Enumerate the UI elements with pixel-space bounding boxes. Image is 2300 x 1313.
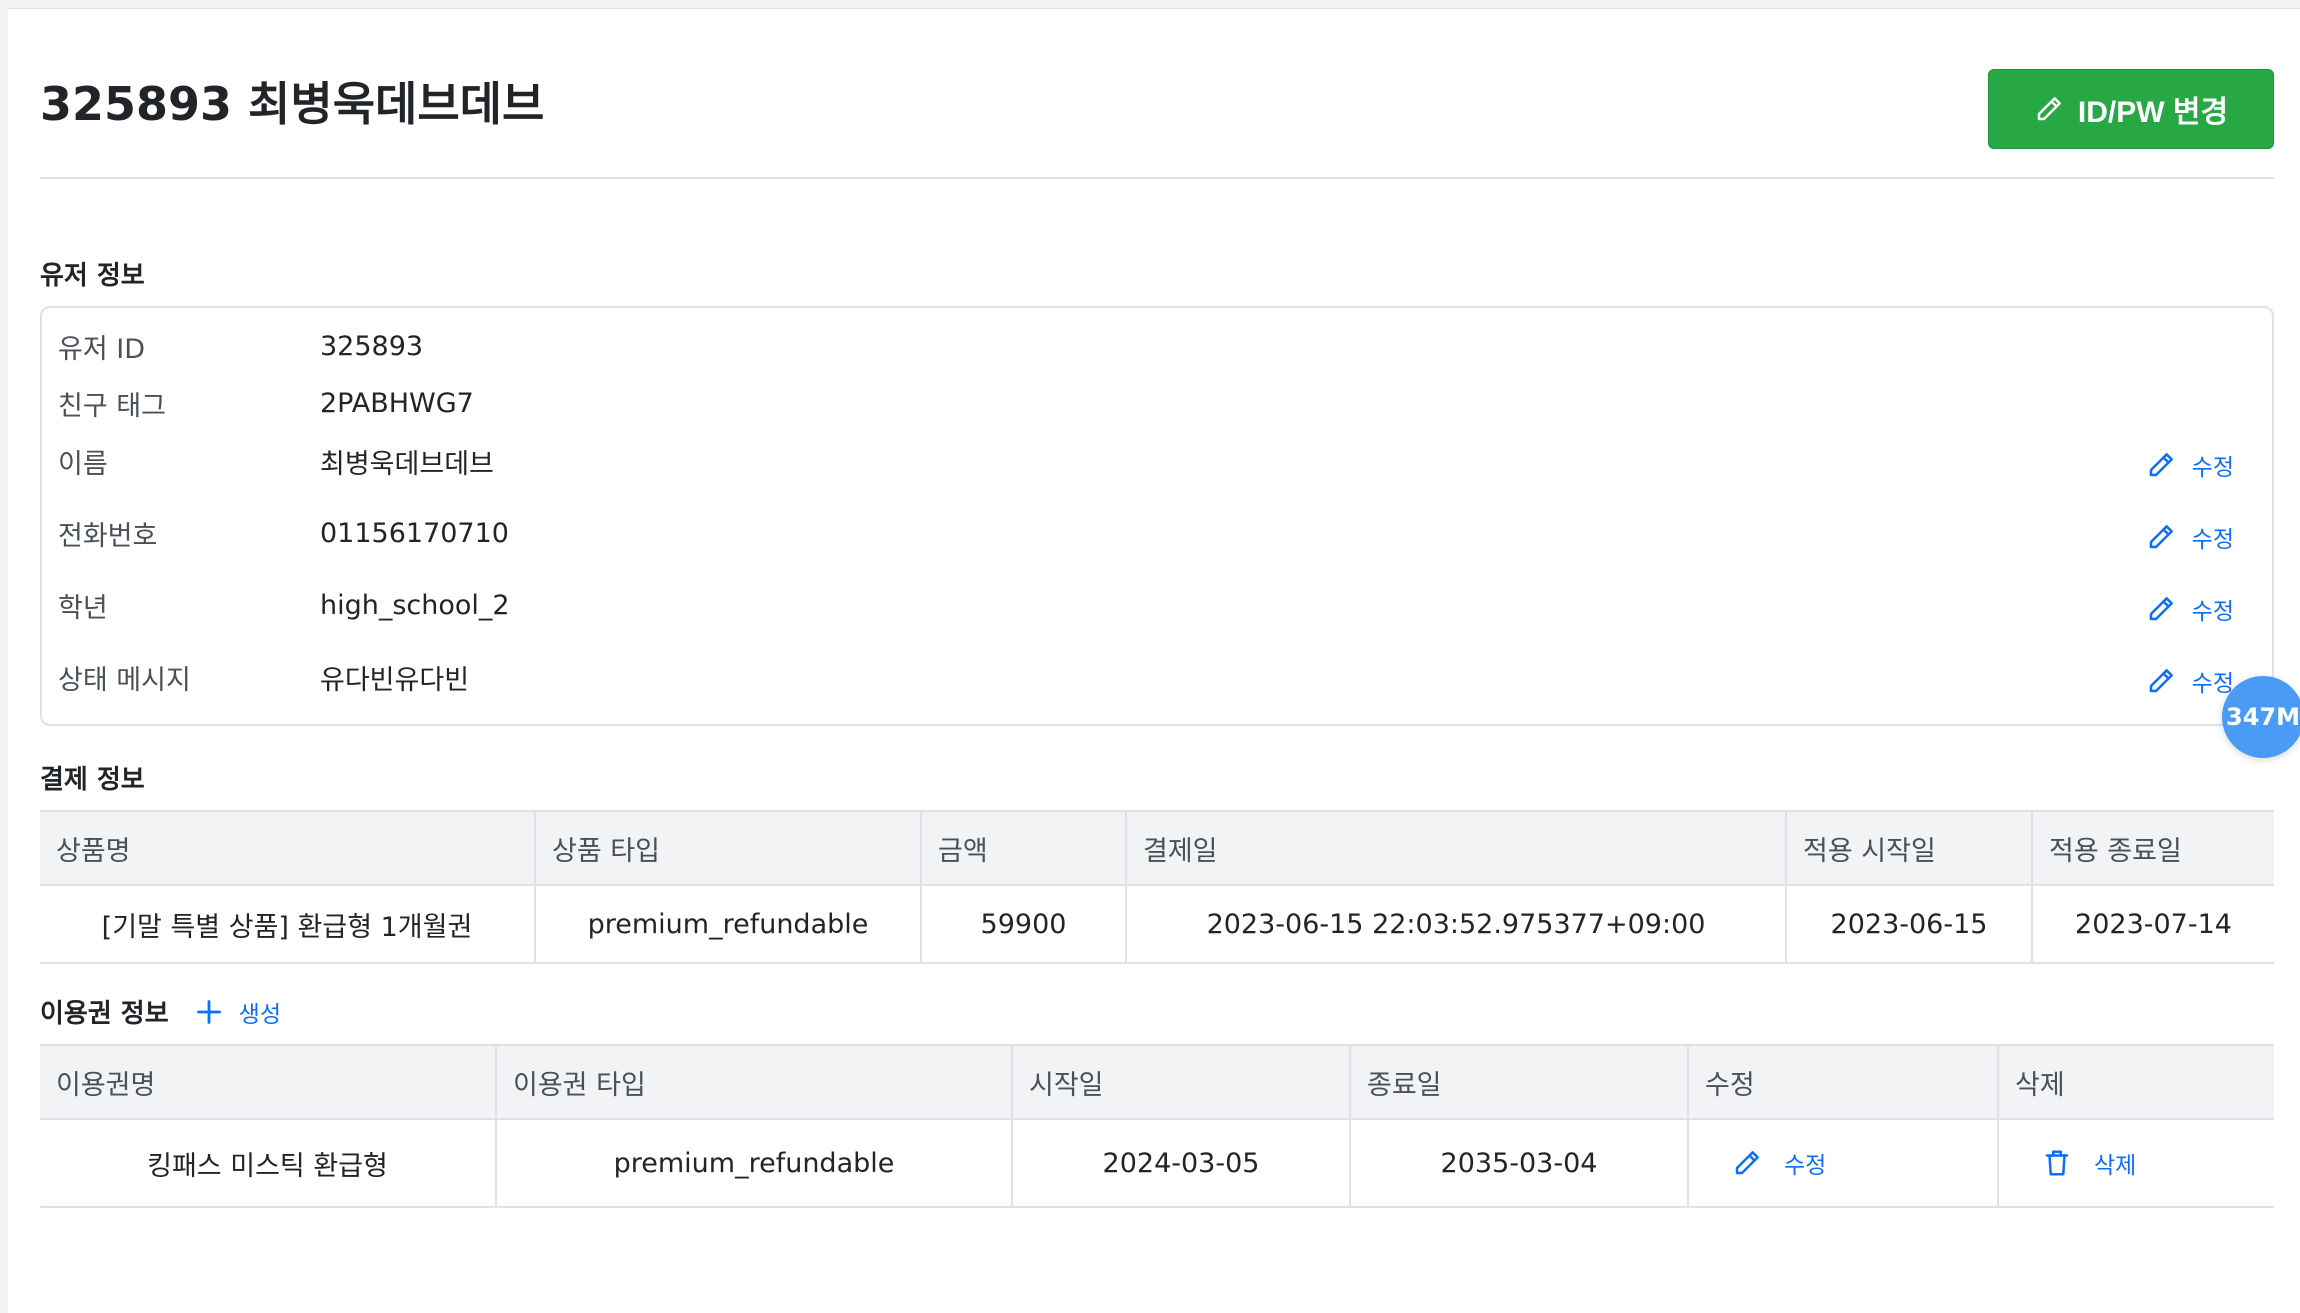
- edit-phone-button[interactable]: 수정: [2146, 520, 2234, 554]
- pencil-icon: [2149, 453, 2173, 477]
- column-header: 상품 타입: [535, 810, 922, 886]
- pencil-icon: [1735, 1151, 1759, 1175]
- info-row-status-message: 상태 메시지 유다빈유다빈: [42, 649, 2272, 705]
- column-header: 적용 시작일: [1786, 810, 2033, 886]
- delete-cell: 삭제: [1998, 1119, 2274, 1208]
- edit-name-button[interactable]: 수정: [2146, 448, 2234, 482]
- column-header: 수정: [1688, 1044, 1999, 1120]
- column-header: 결제일: [1126, 810, 1787, 886]
- info-row-name: 이름 최병욱데브데브: [42, 433, 2272, 489]
- table-row: [기말 특별 상품] 환급형 1개월권 premium_refundable 5…: [40, 885, 2274, 964]
- page: 325893 최병욱데브데브 ID/PW 변경 유저 정보 유저 ID 3258…: [8, 8, 2300, 1313]
- pencil-icon: [2149, 597, 2173, 621]
- info-value: 325893: [320, 330, 424, 362]
- column-header: 상품명: [40, 810, 536, 886]
- info-label: 학년: [58, 592, 108, 624]
- change-idpw-button[interactable]: ID/PW 변경: [1988, 69, 2274, 149]
- table-row: 킹패스 미스틱 환급형 premium_refundable 2024-03-0…: [40, 1119, 2274, 1208]
- edit-label: 수정: [2191, 455, 2234, 481]
- table-cell: 2023-06-15: [1786, 885, 2033, 964]
- edit-ticket-button[interactable]: 수정: [1690, 1146, 1996, 1180]
- table-cell: 59900: [921, 885, 1127, 964]
- delete-label: 삭제: [2094, 1153, 2137, 1179]
- create-label: 생성: [238, 1001, 281, 1028]
- ticket-title-row: 이용권 정보 생성: [40, 993, 2274, 1030]
- column-header: 적용 종료일: [2032, 810, 2274, 886]
- info-label: 전화번호: [58, 520, 158, 552]
- page-title: 325893 최병욱데브데브: [40, 77, 545, 131]
- trash-icon: [2045, 1150, 2069, 1176]
- change-idpw-label: ID/PW 변경: [2077, 96, 2229, 129]
- info-row-user-id: 유저 ID 325893: [42, 318, 2272, 374]
- ticket-type: premium_refundable: [496, 1119, 1013, 1208]
- edit-cell: 수정: [1688, 1119, 1999, 1208]
- ticket-start: 2024-03-05: [1012, 1119, 1351, 1208]
- table-cell: premium_refundable: [535, 885, 922, 964]
- column-header: 종료일: [1350, 1044, 1689, 1120]
- column-header: 시작일: [1012, 1044, 1351, 1120]
- edit-label: 수정: [2191, 671, 2234, 697]
- column-header: 삭제: [1998, 1044, 2274, 1120]
- info-value: high_school_2: [320, 589, 510, 621]
- column-header: 금액: [921, 810, 1127, 886]
- payment-section: 결제 정보 상품명 상품 타입 금액 결제일 적용 시작일 적용 종료일 [기말…: [40, 759, 2274, 964]
- edit-grade-button[interactable]: 수정: [2146, 592, 2234, 626]
- page-header: 325893 최병욱데브데브 ID/PW 변경: [40, 9, 2274, 179]
- user-info-section: 유저 정보 유저 ID 325893 친구 태그 2PABHWG7 이름 최병욱…: [40, 255, 2274, 726]
- content: 325893 최병욱데브데브 ID/PW 변경 유저 정보 유저 ID 3258…: [40, 9, 2274, 1208]
- table-cell: [기말 특별 상품] 환급형 1개월권: [40, 885, 536, 964]
- edit-label: 수정: [2191, 599, 2234, 625]
- user-info-title: 유저 정보: [40, 261, 145, 291]
- info-value: 2PABHWG7: [320, 387, 474, 419]
- pencil-icon: [2149, 525, 2173, 549]
- pencil-icon: [2037, 97, 2061, 121]
- ticket-name: 킹패스 미스틱 환급형: [40, 1119, 497, 1208]
- ticket-title: 이용권 정보: [40, 999, 169, 1029]
- info-label: 상태 메시지: [58, 664, 191, 696]
- payment-title: 결제 정보: [40, 765, 145, 795]
- info-value: 유다빈유다빈: [320, 664, 470, 696]
- ticket-table: 이용권명 이용권 타입 시작일 종료일 수정 삭제 킹패스 미스틱 환급형 pr…: [40, 1044, 2274, 1208]
- plus-icon: [196, 999, 221, 1024]
- info-row-phone: 전화번호 01156170710: [42, 505, 2272, 561]
- info-row-grade: 학년 high_school_2: [42, 577, 2272, 633]
- info-value: 최병욱데브데브: [320, 448, 494, 480]
- user-info-box: 유저 ID 325893 친구 태그 2PABHWG7 이름 최병욱데브데브 수…: [40, 306, 2274, 726]
- table-cell: 2023-06-15 22:03:52.975377+09:00: [1126, 885, 1787, 964]
- info-label: 이름: [58, 448, 108, 480]
- payment-table: 상품명 상품 타입 금액 결제일 적용 시작일 적용 종료일 [기말 특별 상품…: [40, 810, 2274, 964]
- column-header: 이용권명: [40, 1044, 497, 1120]
- edit-status-message-button[interactable]: 수정: [2146, 664, 2234, 698]
- info-value: 01156170710: [320, 517, 509, 549]
- info-label: 유저 ID: [58, 333, 146, 365]
- edit-label: 수정: [1784, 1153, 1827, 1179]
- table-cell: 2023-07-14: [2032, 885, 2274, 964]
- pencil-icon: [2149, 669, 2173, 693]
- table-header-row: 이용권명 이용권 타입 시작일 종료일 수정 삭제: [40, 1044, 2274, 1120]
- ticket-end: 2035-03-04: [1350, 1119, 1689, 1208]
- create-ticket-button[interactable]: 생성: [195, 995, 281, 1029]
- column-header: 이용권 타입: [496, 1044, 1013, 1120]
- edit-label: 수정: [2191, 527, 2234, 553]
- info-label: 친구 태그: [58, 390, 166, 422]
- ticket-section: 이용권 정보 생성 이용권명 이용권 타입 시작일 종료일 수정 삭제 킹패스 …: [40, 993, 2274, 1208]
- delete-ticket-button[interactable]: 삭제: [2000, 1146, 2273, 1180]
- table-header-row: 상품명 상품 타입 금액 결제일 적용 시작일 적용 종료일: [40, 810, 2274, 886]
- info-row-friend-tag: 친구 태그 2PABHWG7: [42, 375, 2272, 431]
- memory-usage-badge[interactable]: 347M: [2222, 676, 2300, 758]
